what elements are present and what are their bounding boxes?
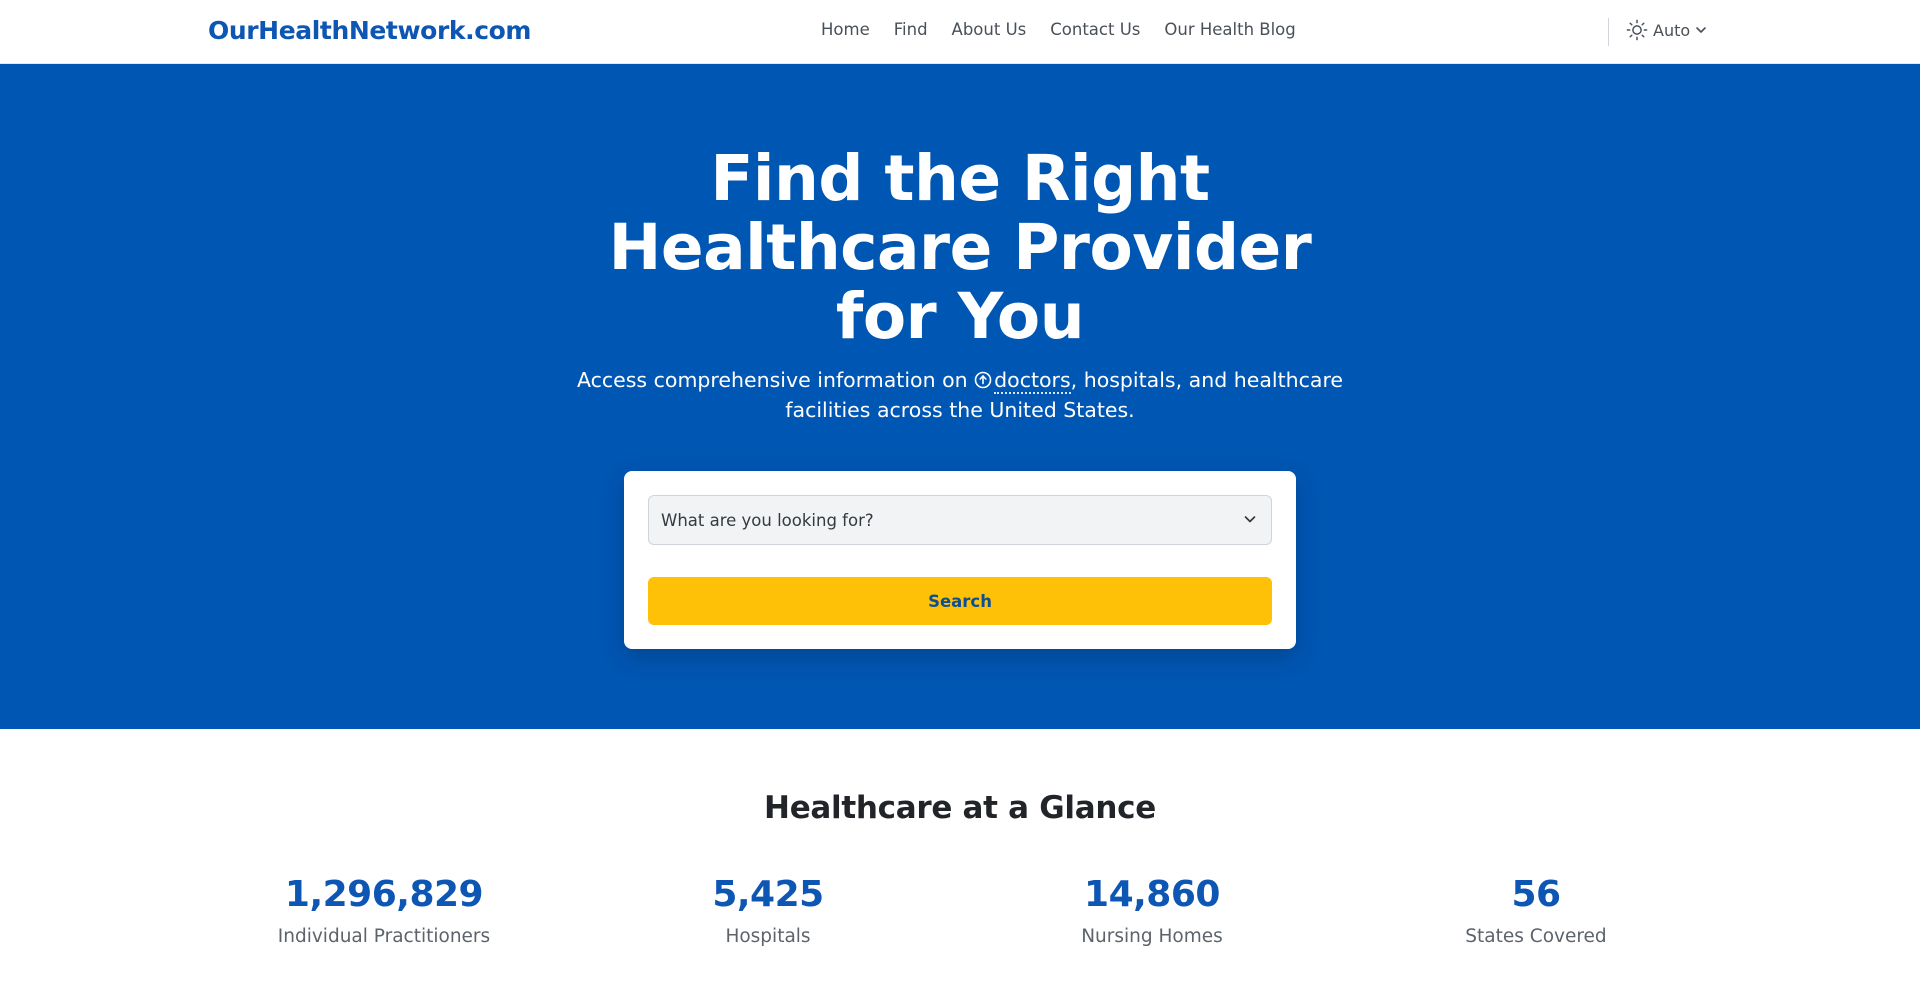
nav-link-contact-us[interactable]: Contact Us [1038, 20, 1152, 39]
search-button[interactable]: Search [648, 577, 1272, 625]
nav-divider [1608, 18, 1609, 46]
provider-type-select-value: What are you looking for? [661, 510, 874, 530]
chevron-down-icon [1695, 24, 1707, 36]
info-circle-icon[interactable] [974, 368, 992, 396]
sun-icon [1626, 19, 1648, 41]
stat-value: 5,425 [712, 874, 824, 915]
stat-label: States Covered [1465, 926, 1607, 947]
stat-value: 1,296,829 [284, 874, 484, 915]
nav-links: Home Find About Us Contact Us Our Health… [809, 20, 1308, 39]
hero-subtitle: Access comprehensive information on doct… [560, 366, 1360, 424]
stats-row: 1,296,829 Individual Practitioners 5,425… [0, 873, 1920, 983]
provider-type-select[interactable]: What are you looking for? [648, 495, 1272, 545]
nav-link-about-us[interactable]: About Us [940, 20, 1039, 39]
stat-individual-practitioners: 1,296,829 Individual Practitioners [192, 873, 576, 949]
search-card: What are you looking for? Search [624, 471, 1296, 649]
top-navbar: OurHealthNetwork.com Home Find About Us … [0, 0, 1920, 64]
nav-link-health-blog[interactable]: Our Health Blog [1152, 20, 1307, 39]
chevron-down-icon [1243, 511, 1257, 530]
stat-value: 14,860 [1084, 874, 1220, 915]
stat-label: Individual Practitioners [277, 926, 491, 947]
glance-section-title: Healthcare at a Glance [764, 790, 1156, 826]
nav-link-find[interactable]: Find [882, 20, 940, 39]
stat-states-covered: 56 States Covered [1344, 873, 1728, 949]
stat-label: Nursing Homes [1081, 926, 1223, 947]
brand-logo-link[interactable]: OurHealthNetwork.com [208, 16, 531, 45]
stat-hospitals: 5,425 Hospitals [576, 873, 960, 949]
hero-section: Find the Right Healthcare Provider for Y… [0, 64, 1920, 729]
nav-link-home[interactable]: Home [809, 20, 882, 39]
doctors-term-tooltip[interactable]: doctors [994, 368, 1071, 394]
stat-label: Hospitals [725, 926, 811, 947]
theme-toggle-dropdown[interactable]: Auto [1626, 19, 1707, 41]
stat-nursing-homes: 14,860 Nursing Homes [960, 873, 1344, 949]
hero-title: Find the Right Healthcare Provider for Y… [608, 142, 1312, 353]
hero-subtitle-start: Access comprehensive information on [576, 368, 968, 392]
theme-label: Auto [1653, 20, 1691, 40]
stat-value: 56 [1511, 874, 1561, 915]
